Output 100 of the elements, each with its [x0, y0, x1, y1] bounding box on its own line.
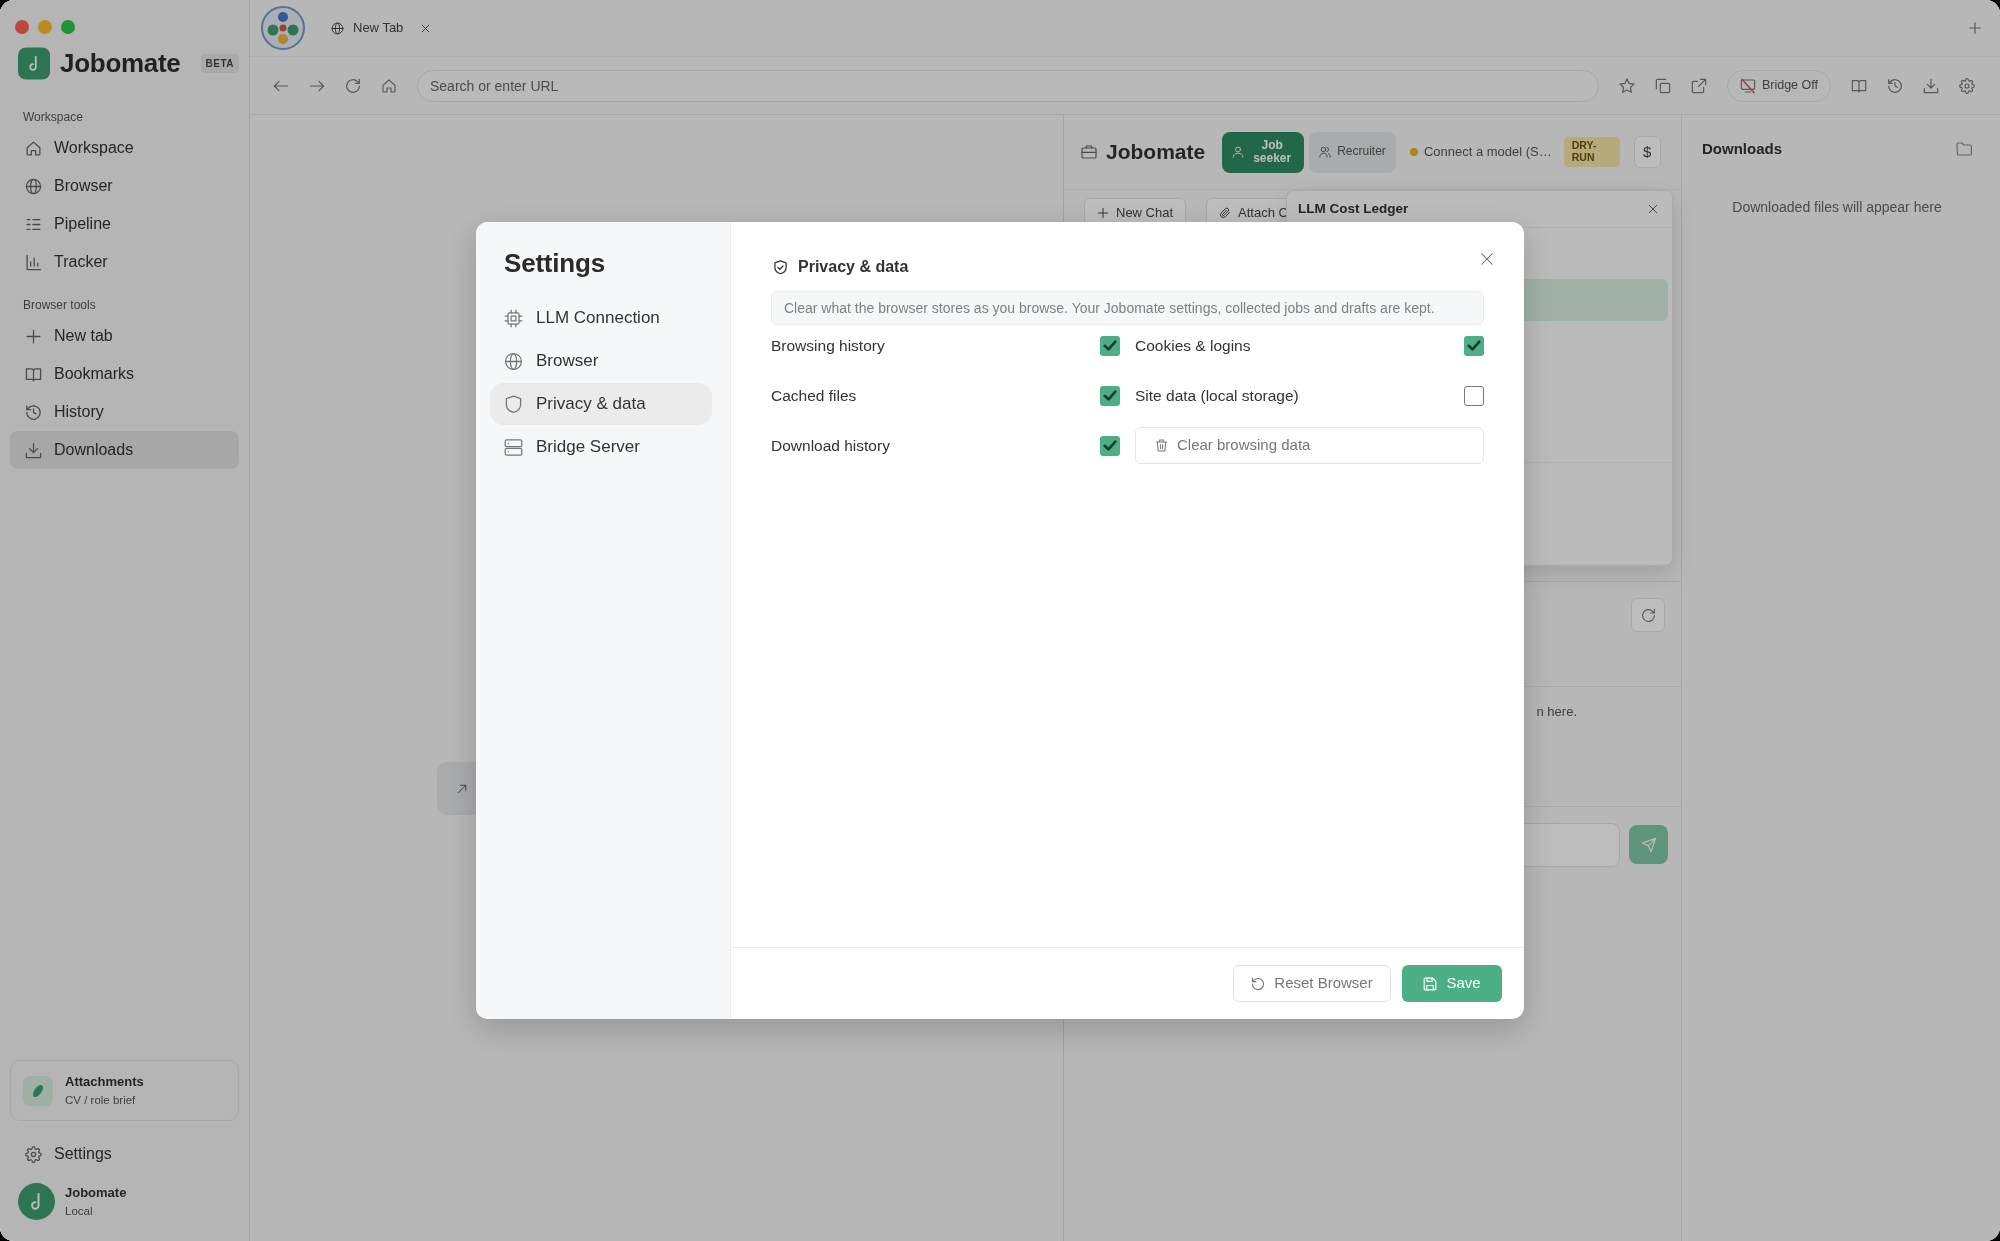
section-label: Browser tools [22, 297, 97, 313]
sidebar-item[interactable]: Pipeline [10, 205, 239, 243]
browser-tab[interactable]: New Tab [331, 18, 431, 38]
info-notice: Clear what the browser stores as you browse. Your Jobomate settings, collected jobs and drafts are kept. [771, 291, 1484, 325]
plus-icon [25, 327, 42, 345]
attachments-title: Attachments [65, 1073, 144, 1092]
option-label: Download history [771, 435, 891, 456]
briefcase-icon [1081, 144, 1097, 160]
window-close-icon[interactable] [15, 20, 29, 34]
hint-text: n here. [1536, 704, 1577, 719]
paperclip-icon [1219, 206, 1232, 219]
checkbox[interactable] [1100, 435, 1120, 456]
sidebar-item[interactable]: History [10, 393, 239, 431]
floppy-disk-icon [1423, 976, 1438, 991]
beta-badge: BETA [200, 54, 239, 73]
gear-icon [25, 1145, 42, 1163]
globe-icon [331, 21, 344, 35]
copy-icon[interactable] [1654, 77, 1671, 94]
popup-title: LLM Cost Ledger [1298, 199, 1409, 218]
trash-icon [1155, 439, 1168, 452]
url-field[interactable]: Search or enter URL [417, 69, 1599, 102]
arrow-icon [457, 783, 467, 794]
empty-state-text: Downloaded files will appear here [1731, 198, 1943, 217]
star-icon[interactable] [1618, 77, 1635, 94]
folder-icon[interactable] [1956, 141, 1972, 157]
checkbox[interactable] [1100, 335, 1120, 356]
option-label: Site data (local storage) [1135, 385, 1300, 406]
plus-icon[interactable] [1968, 21, 1982, 35]
section-title: Privacy & data [798, 257, 909, 277]
chip-icon [504, 308, 523, 328]
avatar-icon [18, 1183, 55, 1220]
close-icon[interactable] [421, 23, 431, 33]
checkbox[interactable] [1464, 385, 1484, 406]
monitor-off-icon [1739, 77, 1756, 94]
users-icon [1319, 146, 1332, 158]
shield-check-icon [773, 259, 788, 275]
house-icon [25, 139, 42, 157]
reload-icon[interactable] [345, 77, 361, 94]
globe-icon [25, 177, 42, 195]
sidebar-item[interactable]: New tab [10, 317, 239, 355]
option-label: Cookies & logins [1135, 335, 1252, 356]
refresh-button[interactable] [1631, 598, 1665, 632]
settings-nav-item[interactable]: Privacy & data [490, 383, 712, 425]
close-icon[interactable] [1648, 204, 1658, 214]
app-name: Jobomate [60, 47, 181, 80]
home-icon[interactable] [381, 77, 397, 94]
download-icon [25, 441, 42, 459]
bridge-toggle-button[interactable]: Bridge Off [1726, 69, 1831, 102]
section-label: Workspace [22, 109, 84, 125]
server-icon [504, 437, 523, 457]
dry-run-badge: DRY-RUN [1563, 137, 1620, 167]
panel-title: Downloads [1702, 139, 1782, 159]
sidebar-item[interactable]: Downloads [10, 431, 239, 469]
leaf-icon [23, 1075, 53, 1106]
download-icon[interactable] [1923, 77, 1939, 94]
bar-chart-icon [25, 253, 42, 271]
status-dot-icon [1409, 148, 1418, 156]
settings-icon[interactable] [1959, 77, 1975, 94]
settings-item[interactable]: Settings [10, 1135, 239, 1173]
window-zoom-icon[interactable] [61, 20, 75, 34]
reset-button[interactable]: Reset Browser [1233, 965, 1391, 1002]
sidebar-item[interactable]: Workspace [10, 129, 239, 167]
sidebar-item[interactable]: Browser [10, 167, 239, 205]
checkbox[interactable] [1464, 335, 1484, 356]
book-icon[interactable] [1851, 77, 1867, 94]
reset-icon [1251, 976, 1266, 991]
external-link-icon[interactable] [1690, 77, 1707, 94]
refresh-icon [1640, 607, 1656, 623]
app-logo-icon[interactable] [261, 6, 305, 50]
book-icon [25, 365, 42, 383]
settings-nav-item[interactable]: Bridge Server [490, 426, 712, 468]
chat-title: Jobomate [1106, 139, 1206, 166]
logo-icon [18, 45, 51, 82]
sidebar-item[interactable]: Tracker [10, 243, 239, 281]
profile-name: Jobomate [65, 1184, 127, 1203]
send-icon [1640, 836, 1657, 853]
sidebar-item[interactable]: Bookmarks [10, 355, 239, 393]
plus-icon [1097, 206, 1109, 219]
globe-icon [504, 351, 523, 371]
checkbox[interactable] [1100, 385, 1120, 406]
option-label: Browsing history [771, 335, 886, 356]
check-icon [1467, 340, 1481, 351]
attachments-card[interactable]: Attachments CV / role brief [10, 1060, 239, 1121]
shield-icon [504, 394, 523, 414]
close-icon[interactable] [1480, 252, 1494, 266]
user-icon [1232, 146, 1245, 158]
profile-subtitle: Local [65, 1203, 94, 1219]
settings-nav-item[interactable]: LLM Connection [490, 297, 712, 339]
check-icon [1103, 390, 1117, 401]
history-icon[interactable] [1887, 77, 1903, 94]
check-icon [1103, 340, 1117, 351]
cost-button[interactable]: $ [1633, 136, 1661, 168]
history-icon [25, 403, 42, 421]
option-label: Cached files [771, 385, 858, 406]
mode-button[interactable]: Job seeker [1222, 131, 1305, 173]
model-status: Connect a model (S… [1423, 143, 1552, 162]
settings-nav-item[interactable]: Browser [490, 340, 712, 382]
mode-button[interactable]: Recruiter [1309, 131, 1396, 173]
clear-data-button[interactable]: Clear browsing data [1135, 427, 1484, 464]
check-icon [1103, 440, 1117, 451]
